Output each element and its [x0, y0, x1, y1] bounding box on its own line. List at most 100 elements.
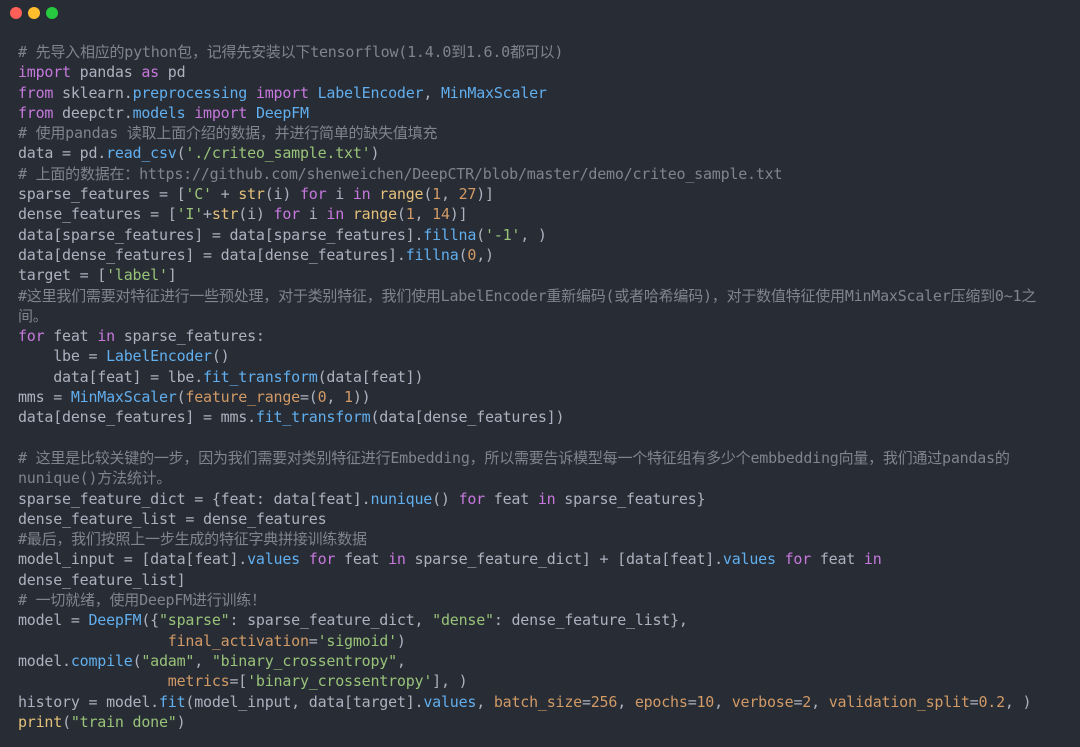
code-token: mms = [18, 388, 71, 407]
code-token: ( [396, 205, 406, 224]
code-token: for [299, 185, 327, 204]
code-token: final_activation [167, 631, 309, 650]
code-line: # 使用pandas 读取上面介绍的数据，并进行简单的缺失值填充 [18, 123, 1070, 143]
code-token: + [203, 205, 212, 224]
code-token: MinMaxScaler [70, 388, 177, 407]
code-token: feature_range [185, 388, 300, 407]
code-token: fillna [423, 225, 477, 244]
close-button[interactable] [10, 7, 22, 19]
code-token: ) [370, 144, 380, 163]
code-token: ( [423, 185, 433, 204]
code-token: "train done" [70, 712, 177, 731]
code-token: #最后，我们按照上一步生成的特征字典拼接训练数据 [18, 530, 367, 549]
code-token: model = [18, 611, 89, 630]
code-token: : sparse_feature_dict, [229, 611, 433, 630]
code-token: ,) [476, 245, 494, 264]
code-token: 10 [696, 692, 715, 711]
code-line: nunique()方法统计。 [18, 468, 1070, 488]
code-line: final_activation='sigmoid') [18, 631, 1070, 651]
code-token: , ) [520, 225, 547, 244]
code-token: nunique [370, 489, 433, 508]
code-token: 1 [432, 185, 441, 204]
code-line: dense_feature_list] [18, 570, 1070, 590]
code-token: # 这里是比较关键的一步，因为我们需要对类别特征进行Embedding，所以需要… [18, 448, 1010, 467]
code-token: data[sparse_features] = data[sparse_feat… [18, 225, 424, 244]
code-token: = [687, 692, 697, 711]
code-token: , [714, 692, 732, 711]
code-token: 'sigmoid' [317, 631, 398, 650]
code-line: data[sparse_features] = data[sparse_feat… [18, 225, 1070, 245]
code-token: feat [485, 489, 538, 508]
code-token: sparse_features} [555, 489, 706, 508]
code-token: validation_split [828, 692, 970, 711]
code-token: read_csv [106, 144, 177, 163]
code-token: 'I' [176, 205, 204, 224]
code-token: in [863, 550, 882, 569]
code-line: # 这里是比较关键的一步，因为我们需要对类别特征进行Embedding，所以需要… [18, 448, 1070, 468]
code-line: #这里我们需要对特征进行一些预处理，对于类别特征，我们使用LabelEncode… [18, 286, 1070, 306]
code-token: in [352, 185, 371, 204]
code-token: DeepFM [255, 103, 309, 122]
code-token: (data[dense_features]) [370, 408, 565, 427]
code-token: dense_feature_list] [18, 570, 186, 589]
code-token: from [18, 103, 54, 122]
code-line: model_input = [data[feat].values for fea… [18, 549, 1070, 569]
code-line: data[dense_features] = mms.fit_transform… [18, 407, 1070, 427]
code-token: 1 [344, 388, 353, 407]
code-token: in [388, 550, 406, 569]
code-line: # 一切就绪，使用DeepFM进行训练！ [18, 590, 1070, 610]
code-token: dense_features = [ [18, 205, 177, 224]
code-token: = [581, 692, 591, 711]
code-token: # 使用pandas 读取上面介绍的数据，并进行简单的缺失值填充 [18, 124, 438, 143]
code-token: preprocessing [132, 83, 248, 102]
code-token: , [194, 651, 212, 670]
code-token: for [784, 550, 812, 569]
code-token: # 先导入相应的python包，记得先安装以下tensorflow(1.4.0到… [18, 43, 564, 61]
code-token: (i) [264, 185, 300, 204]
code-line: # 上面的数据在：https://github.com/shenweichen/… [18, 164, 1070, 184]
code-token: for [308, 550, 336, 569]
code-token: verbose [731, 692, 794, 711]
code-token: deepctr. [53, 103, 133, 122]
code-token: 'label' [106, 266, 168, 285]
window-titlebar [0, 0, 1080, 40]
code-token: feat [811, 550, 864, 569]
code-token: , [326, 388, 345, 407]
code-line: model = DeepFM({"sparse": sparse_feature… [18, 610, 1070, 630]
code-line: #最后，我们按照上一步生成的特征字典拼接训练数据 [18, 529, 1070, 549]
code-line: data = pd.read_csv('./criteo_sample.txt'… [18, 143, 1070, 163]
code-token: "dense" [432, 611, 494, 630]
code-token: values [722, 550, 776, 569]
code-token: i [326, 185, 353, 204]
minimize-button[interactable] [28, 7, 40, 19]
code-token: DeepFM [88, 611, 142, 630]
code-token: feat [335, 550, 389, 569]
code-token: =[ [229, 672, 248, 691]
code-token: 0 [467, 245, 477, 264]
code-token: '-1' [484, 225, 521, 244]
code-token: , [423, 83, 441, 102]
code-line: from deepctr.models import DeepFM [18, 103, 1070, 123]
code-line: model.compile("adam", "binary_crossentro… [18, 651, 1070, 671]
code-token: sklearn. [53, 83, 133, 102]
code-token: MinMaxScaler [440, 83, 547, 102]
code-token: pd [159, 63, 186, 82]
code-token: #这里我们需要对特征进行一些预处理，对于类别特征，我们使用LabelEncode… [18, 286, 1037, 305]
code-token: 'C' [185, 185, 212, 204]
maximize-button[interactable] [46, 7, 58, 19]
code-token: history = model. [18, 692, 159, 711]
code-token: () [211, 347, 230, 366]
code-window: # 先导入相应的python包，记得先安装以下tensorflow(1.4.0到… [0, 0, 1080, 747]
code-token: "binary_crossentropy" [211, 651, 397, 670]
code-token: for [18, 327, 45, 346]
code-token: str [211, 205, 239, 224]
code-token: pandas [70, 63, 142, 82]
code-token: , [396, 651, 406, 670]
code-token: in [97, 327, 115, 346]
code-line: data[dense_features] = data[dense_featur… [18, 245, 1070, 265]
